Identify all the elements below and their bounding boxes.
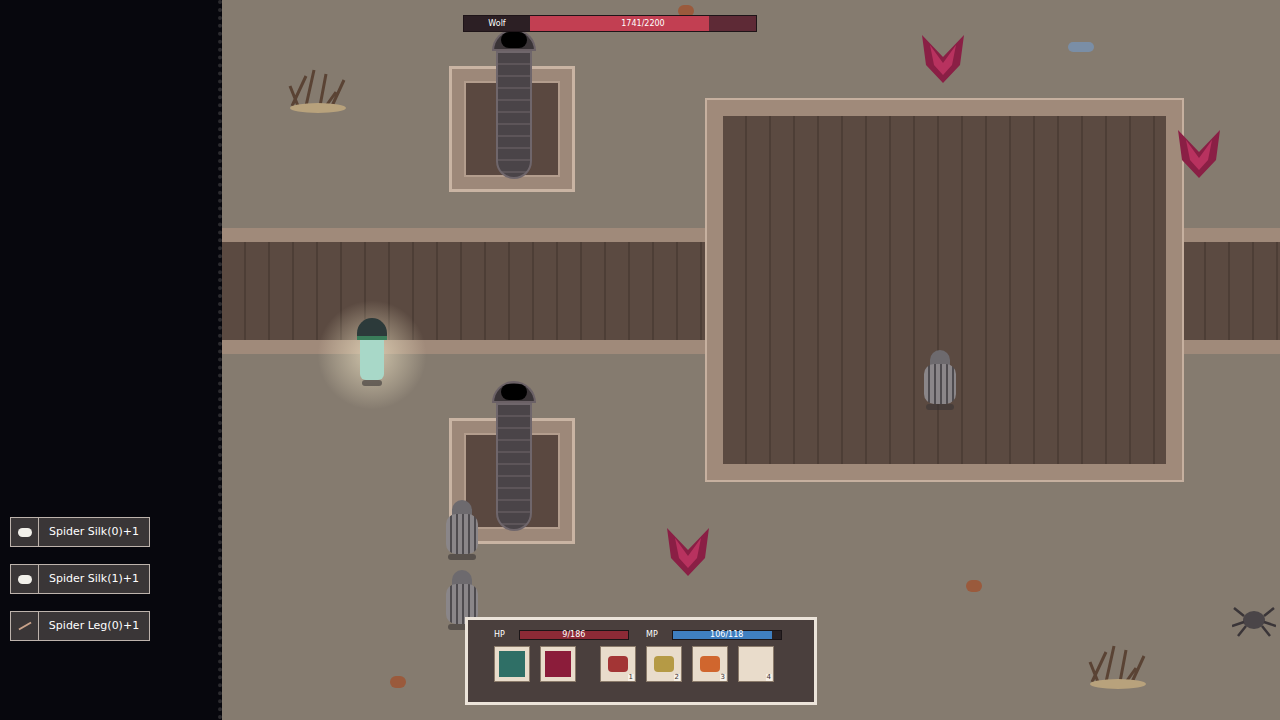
stat-bar: MP106/118: [646, 630, 788, 640]
cannon-icon: [492, 29, 536, 179]
item-slot[interactable]: 1: [600, 646, 636, 682]
game-screen: Wolf1741/2200 HP9/186 MP106/118 1 2 3 4 Spider …: [0, 0, 1280, 720]
stat-bar: HP9/186: [494, 630, 636, 640]
rock: [390, 676, 406, 688]
pickup-notification: Spider Silk(0)+1: [10, 517, 150, 547]
spider-enemy[interactable]: [1232, 602, 1276, 638]
boss-hp-track: 1741/2200: [530, 16, 756, 31]
boss-name: Wolf: [464, 16, 530, 31]
boss-hp-reading: 1741/2200: [530, 16, 756, 31]
game-map: Wolf1741/2200 HP9/186 MP106/118 1 2 3 4: [222, 0, 1280, 720]
wolf-boss[interactable]: [920, 350, 960, 412]
dead-shrub: [1086, 642, 1150, 690]
dead-shrub: [286, 66, 350, 114]
cannon-icon: [492, 381, 536, 531]
pickup-list: Spider Silk(0)+1 Spider Silk(1)+1 Spider L…: [10, 517, 150, 641]
skill-icon: [545, 651, 571, 677]
slot-key: 4: [766, 674, 772, 681]
slot-key: 3: [720, 674, 726, 681]
boss-bar: Wolf1741/2200: [463, 15, 757, 32]
skill-slot[interactable]: [494, 646, 530, 682]
skill-icon: [499, 651, 525, 677]
bat-enemy[interactable]: [922, 35, 964, 85]
cannon-tower: [449, 66, 575, 192]
spider-silk-icon: [18, 528, 32, 537]
item-icon: [654, 656, 674, 672]
hud-panel: HP9/186 MP106/118 1 2 3 4: [465, 617, 817, 705]
bat-enemy[interactable]: [667, 528, 709, 578]
item-slot[interactable]: 2: [646, 646, 682, 682]
item-slot[interactable]: 3: [692, 646, 728, 682]
spider-leg-icon: [18, 622, 31, 631]
item-icon: [700, 656, 720, 672]
boss-hp-fill: [530, 16, 709, 31]
slot-key: 2: [674, 674, 680, 681]
player[interactable]: [356, 318, 388, 392]
rock: [966, 580, 982, 592]
puddle: [1068, 42, 1094, 52]
plaza: [705, 98, 1184, 482]
skill-slot[interactable]: [540, 646, 576, 682]
pickup-notification: Spider Silk(1)+1: [10, 564, 150, 594]
item-slot[interactable]: 4: [738, 646, 774, 682]
slot-key: 1: [628, 674, 634, 681]
bat-enemy[interactable]: [1178, 130, 1220, 180]
spider-silk-icon: [18, 575, 32, 584]
wolf[interactable]: [442, 500, 482, 562]
pickup-notification: Spider Leg(0)+1: [10, 611, 150, 641]
item-icon: [608, 656, 628, 672]
